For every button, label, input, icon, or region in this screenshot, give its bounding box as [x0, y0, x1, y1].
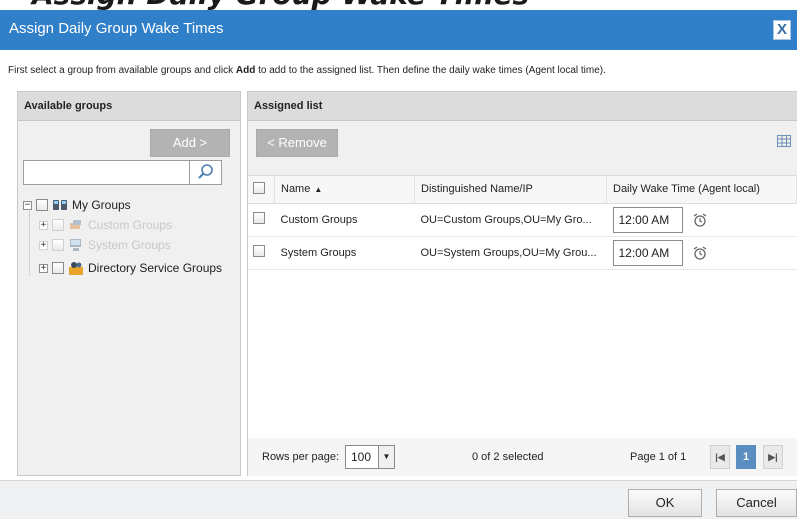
row-checkbox[interactable] [253, 212, 265, 224]
tree-connector-line [29, 208, 30, 276]
wake-time-input[interactable]: 12:00 AM [612, 239, 683, 266]
cancel-button[interactable]: Cancel [716, 489, 797, 517]
row-checkbox[interactable] [253, 245, 265, 257]
row-dn: OU=Custom Groups,OU=My Gro... [414, 203, 607, 237]
select-all-cell [248, 176, 275, 204]
row-wake-cell: 12:00 AM [606, 236, 797, 270]
instruction-post: to add to the assigned list. Then define… [255, 65, 606, 76]
current-page-button[interactable]: 1 [736, 445, 756, 469]
wake-time-input[interactable]: 12:00 AM [612, 206, 683, 233]
background-window-title: Assign Daily Group Wake Times [32, 0, 529, 10]
expand-toggle: + [39, 239, 48, 250]
search-icon [198, 164, 213, 179]
row-select-cell [248, 203, 275, 237]
selection-count: 0 of 2 selected [472, 451, 544, 463]
background-window-title-strip: Assign Daily Group Wake Times [0, 0, 797, 10]
tree-node-custom-groups: + Custom Groups [39, 215, 172, 235]
remove-button[interactable]: < Remove [256, 129, 338, 157]
pagination-bar: Rows per page: 100 ▼ 0 of 2 selected Pag… [248, 438, 797, 476]
column-header-name[interactable]: Name ▲ [274, 176, 415, 204]
directory-groups-icon [69, 262, 83, 275]
assigned-table: Name ▲ Distinguished Name/IP Daily Wake T… [248, 175, 797, 438]
tree-label: Custom Groups [88, 218, 173, 232]
table-row[interactable]: Custom Groups OU=Custom Groups,OU=My Gro… [248, 203, 797, 237]
tree-node-directory-service-groups[interactable]: + Directory Service Groups [39, 258, 222, 278]
tree-label: My Groups [72, 198, 131, 212]
assign-wake-times-dialog: Assign Daily Group Wake Times X First se… [0, 10, 797, 519]
available-groups-panel: Available groups Add > − My Groups + Cus… [17, 91, 241, 476]
expand-toggle: + [39, 219, 48, 230]
add-button[interactable]: Add > [150, 129, 230, 157]
tree-node-system-groups: + System Groups [39, 235, 171, 255]
collapse-toggle[interactable]: − [23, 200, 32, 210]
row-dn: OU=System Groups,OU=My Grou... [414, 236, 607, 270]
my-groups-icon [53, 200, 67, 210]
tree-checkbox[interactable] [52, 262, 64, 274]
select-all-checkbox[interactable] [253, 181, 265, 194]
alarm-clock-icon[interactable] [692, 245, 708, 261]
column-chooser-icon[interactable] [777, 135, 791, 147]
available-groups-header: Available groups [18, 92, 240, 121]
close-button[interactable]: X [773, 20, 791, 40]
column-wake-label: Daily Wake Time (Agent local) [613, 183, 760, 196]
row-wake-cell: 12:00 AM [606, 203, 797, 237]
tree-checkbox [52, 219, 64, 231]
rows-per-page-select[interactable]: 100 ▼ [345, 445, 395, 469]
page-indicator: Page 1 of 1 [630, 451, 687, 463]
column-header-wake-time[interactable]: Daily Wake Time (Agent local) [606, 176, 797, 204]
rows-per-page-value: 100 [351, 450, 372, 464]
sort-ascending-icon: ▲ [314, 185, 323, 195]
row-name: System Groups [274, 236, 415, 270]
dialog-title: Assign Daily Group Wake Times [9, 20, 224, 37]
assigned-list-panel: Assigned list < Remove Name ▲ Distinguis… [247, 91, 797, 476]
instruction-add-keyword: Add [235, 65, 256, 76]
column-dn-label: Distinguished Name/IP [421, 183, 533, 196]
tree-label: Directory Service Groups [88, 261, 223, 275]
search-button[interactable] [190, 160, 222, 185]
tree-node-my-groups[interactable]: − My Groups [23, 195, 131, 215]
system-groups-icon [70, 239, 81, 251]
row-select-cell [248, 236, 275, 270]
instruction-text: First select a group from available grou… [8, 65, 606, 76]
table-header-row: Name ▲ Distinguished Name/IP Daily Wake T… [248, 176, 797, 204]
dialog-titlebar: Assign Daily Group Wake Times X [0, 10, 797, 50]
column-name-label: Name [281, 183, 311, 196]
rows-per-page-label: Rows per page: [262, 451, 340, 463]
row-name: Custom Groups [274, 203, 415, 237]
dialog-footer: OK Cancel [0, 480, 797, 519]
column-header-dn[interactable]: Distinguished Name/IP [414, 176, 607, 204]
custom-groups-icon [70, 220, 81, 229]
expand-toggle[interactable]: + [39, 263, 48, 273]
alarm-clock-icon[interactable] [692, 212, 708, 228]
first-page-button[interactable]: |◀ [710, 445, 730, 469]
last-page-button[interactable]: ▶| [763, 445, 783, 469]
ok-button[interactable]: OK [628, 489, 702, 517]
instruction-pre: First select a group from available grou… [8, 65, 236, 76]
assigned-list-header: Assigned list [248, 92, 797, 121]
tree-label: System Groups [88, 238, 171, 252]
group-search-input[interactable] [23, 160, 190, 185]
tree-checkbox[interactable] [36, 199, 48, 211]
table-row[interactable]: System Groups OU=System Groups,OU=My Gro… [248, 236, 797, 270]
chevron-down-icon[interactable]: ▼ [378, 446, 394, 468]
tree-checkbox [52, 239, 64, 251]
